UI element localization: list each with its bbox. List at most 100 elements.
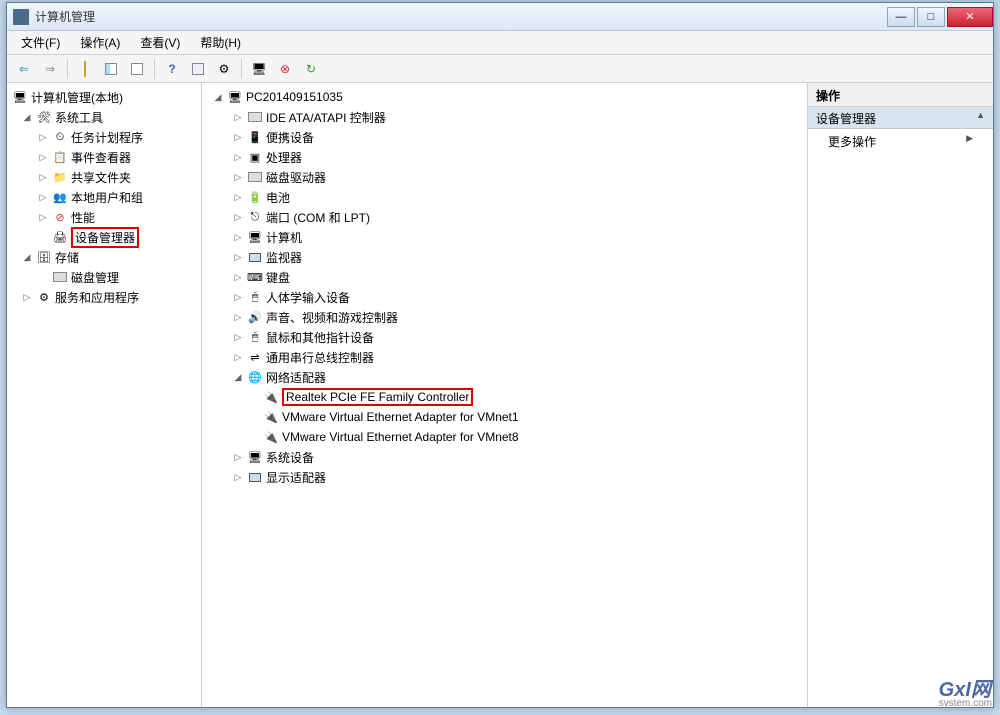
menu-file[interactable]: 文件(F) [13, 32, 68, 53]
expander-icon[interactable]: ▷ [37, 192, 49, 203]
minimize-button[interactable]: — [887, 7, 915, 27]
tree-services[interactable]: ▷ ⚙ 服务和应用程序 [9, 287, 199, 307]
expander-icon[interactable]: ▷ [232, 312, 244, 323]
refresh-button[interactable]: ↻ [300, 58, 322, 80]
tree-share[interactable]: ▷ 📁 共享文件夹 [9, 167, 199, 187]
expander-icon[interactable]: ▷ [21, 292, 33, 303]
tree-diskmgr[interactable]: 磁盘管理 [9, 267, 199, 287]
expander-icon[interactable]: ◢ [212, 92, 224, 103]
dev-cpu[interactable]: ▷ ▣ 处理器 [204, 147, 805, 167]
dev-portable[interactable]: ▷ 📱 便携设备 [204, 127, 805, 147]
dev-monitors[interactable]: ▷ 监视器 [204, 247, 805, 267]
nic-icon: 🔌 [263, 389, 279, 405]
menu-view[interactable]: 查看(V) [132, 32, 188, 53]
dev-mouse[interactable]: ▷ 🖱 鼠标和其他指针设备 [204, 327, 805, 347]
dev-computer[interactable]: ▷ 🖥 计算机 [204, 227, 805, 247]
expander-icon[interactable]: ▷ [232, 332, 244, 343]
dev-usb[interactable]: ▷ ⇌ 通用串行总线控制器 [204, 347, 805, 367]
tree-label-highlighted: Realtek PCIe FE Family Controller [282, 388, 473, 406]
dev-display[interactable]: ▷ 显示适配器 [204, 467, 805, 487]
tree-event[interactable]: ▷ 📋 事件查看器 [9, 147, 199, 167]
expander-icon[interactable]: ▷ [232, 152, 244, 163]
menu-action[interactable]: 操作(A) [72, 32, 128, 53]
dev-nic2[interactable]: 🔌 VMware Virtual Ethernet Adapter for VM… [204, 407, 805, 427]
dev-sound[interactable]: ▷ 🔊 声音、视频和游戏控制器 [204, 307, 805, 327]
tree-label: 磁盘管理 [71, 269, 119, 286]
devmgr-icon: 🖨 [52, 229, 68, 245]
tree-perf[interactable]: ▷ ⊘ 性能 [9, 207, 199, 227]
help-button[interactable]: ? [161, 58, 183, 80]
properties-button[interactable] [126, 58, 148, 80]
expander-icon[interactable]: ▷ [232, 192, 244, 203]
tree-users[interactable]: ▷ 👥 本地用户和组 [9, 187, 199, 207]
scan-hardware-button[interactable]: 🖥 [248, 58, 270, 80]
keyboard-icon: ⌨ [247, 269, 263, 285]
toolbar-btn-7[interactable] [187, 58, 209, 80]
expander-icon[interactable]: ▷ [232, 212, 244, 223]
titlebar[interactable]: 计算机管理 — □ ✕ [7, 3, 993, 31]
computer-scan-icon: 🖥 [251, 62, 266, 76]
mouse-icon: 🖱 [247, 329, 263, 345]
expander-icon[interactable]: ▷ [37, 132, 49, 143]
battery-icon: 🔋 [247, 189, 263, 205]
chevron-right-icon: ▶ [966, 133, 973, 150]
expander-icon[interactable]: ▷ [232, 172, 244, 183]
show-hide-tree-button[interactable] [100, 58, 122, 80]
tree-label: 共享文件夹 [71, 169, 131, 186]
tree-storage[interactable]: ◢ 🗄 存储 [9, 247, 199, 267]
app-icon [13, 9, 29, 25]
dev-root[interactable]: ◢ 🖥 PC201409151035 [204, 87, 805, 107]
uninstall-button[interactable]: ⊗ [274, 58, 296, 80]
dev-nic3[interactable]: 🔌 VMware Virtual Ethernet Adapter for VM… [204, 427, 805, 447]
toolbar-btn-8[interactable]: ⚙ [213, 58, 235, 80]
dev-hid[interactable]: ▷ 🖱 人体学输入设备 [204, 287, 805, 307]
tree-systools[interactable]: ◢ 🛠 系统工具 [9, 107, 199, 127]
dev-ide[interactable]: ▷ IDE ATA/ATAPI 控制器 [204, 107, 805, 127]
dev-diskdrive[interactable]: ▷ 磁盘驱动器 [204, 167, 805, 187]
dev-sysdev[interactable]: ▷ 🖥 系统设备 [204, 447, 805, 467]
tree-root[interactable]: 🖥 计算机管理(本地) [9, 87, 199, 107]
back-button[interactable]: ⇐ [13, 58, 35, 80]
dev-ports[interactable]: ▷ ⎋ 端口 (COM 和 LPT) [204, 207, 805, 227]
close-button[interactable]: ✕ [947, 7, 993, 27]
expander-icon[interactable]: ▷ [232, 272, 244, 283]
tree-label-highlighted: 设备管理器 [71, 227, 139, 248]
expander-icon[interactable]: ◢ [21, 112, 33, 123]
dev-nic1[interactable]: 🔌 Realtek PCIe FE Family Controller [204, 387, 805, 407]
tree-label: 本地用户和组 [71, 189, 143, 206]
tree-icon [105, 63, 117, 75]
expander-icon[interactable]: ▷ [232, 132, 244, 143]
expander-icon[interactable]: ◢ [232, 372, 244, 383]
up-button[interactable] [74, 58, 96, 80]
expander-icon[interactable]: ▷ [37, 152, 49, 163]
tree-devmgr[interactable]: 🖨 设备管理器 [9, 227, 199, 247]
expander-icon[interactable]: ▷ [232, 232, 244, 243]
tree-task[interactable]: ▷ ⏲ 任务计划程序 [9, 127, 199, 147]
expander-icon[interactable]: ▷ [232, 452, 244, 463]
refresh-icon: ↻ [306, 62, 316, 76]
tree-label: 监视器 [266, 249, 302, 266]
maximize-button[interactable]: □ [917, 7, 945, 27]
menu-help[interactable]: 帮助(H) [192, 32, 249, 53]
left-tree-pane[interactable]: 🖥 计算机管理(本地) ◢ 🛠 系统工具 ▷ ⏲ 任务计划程序 ▷ 📋 事件查看… [7, 83, 202, 707]
dev-battery[interactable]: ▷ 🔋 电池 [204, 187, 805, 207]
tree-label: PC201409151035 [246, 90, 343, 104]
expander-icon[interactable]: ▷ [232, 292, 244, 303]
more-actions[interactable]: 更多操作 ▶ [808, 129, 993, 154]
expander-icon[interactable]: ▷ [37, 212, 49, 223]
expander-icon[interactable]: ▷ [232, 112, 244, 123]
dev-keyboard[interactable]: ▷ ⌨ 键盘 [204, 267, 805, 287]
actions-header: 操作 [808, 83, 993, 107]
expander-icon[interactable]: ▷ [232, 352, 244, 363]
cpu-icon: ▣ [247, 149, 263, 165]
expander-icon[interactable]: ◢ [21, 252, 33, 263]
sound-icon: 🔊 [247, 309, 263, 325]
expander-icon[interactable]: ▷ [232, 252, 244, 263]
device-tree-pane[interactable]: ◢ 🖥 PC201409151035 ▷ IDE ATA/ATAPI 控制器 ▷… [202, 83, 808, 707]
expander-icon[interactable]: ▷ [37, 172, 49, 183]
expander-icon[interactable]: ▷ [232, 472, 244, 483]
tree-label: 端口 (COM 和 LPT) [266, 209, 370, 226]
dev-network[interactable]: ◢ 🌐 网络适配器 [204, 367, 805, 387]
actions-section[interactable]: 设备管理器 ▲ [808, 107, 993, 129]
forward-button[interactable]: ⇒ [39, 58, 61, 80]
